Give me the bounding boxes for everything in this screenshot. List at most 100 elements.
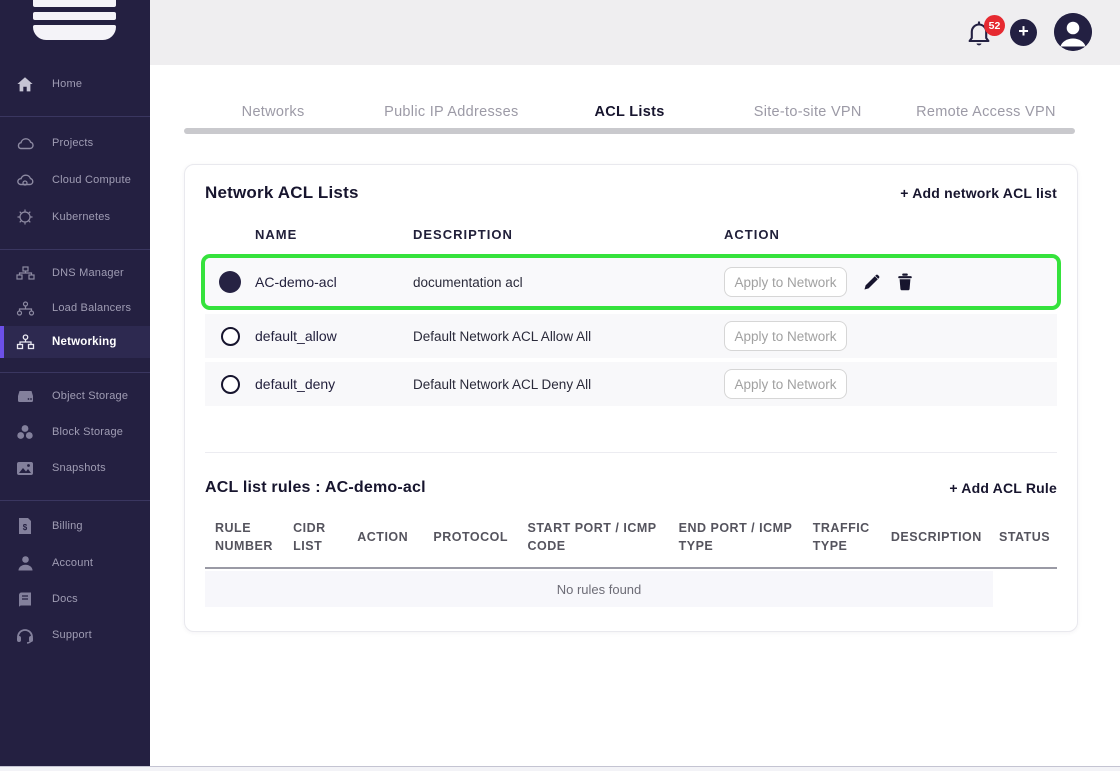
- sidebar-item-object-storage[interactable]: Object Storage: [0, 381, 150, 411]
- topbar: 52 +: [150, 0, 1120, 65]
- dns-manager-icon: [15, 263, 35, 283]
- column-header-action: ACTION: [357, 528, 417, 546]
- column-header-action: ACTION: [724, 227, 1057, 242]
- sidebar-item-networking[interactable]: Networking: [0, 326, 150, 358]
- sidebar-item-projects[interactable]: Projects: [0, 128, 150, 158]
- apply-to-network-button[interactable]: Apply to Network: [724, 267, 847, 297]
- snapshots-icon: [15, 458, 35, 478]
- table-row[interactable]: default_allow Default Network ACL Allow …: [205, 314, 1057, 358]
- add-acl-rule-button[interactable]: + Add ACL Rule: [949, 480, 1057, 496]
- sidebar-item-account[interactable]: Account: [0, 548, 150, 578]
- topbar-actions: 52 +: [965, 6, 1092, 58]
- trash-icon: [897, 273, 913, 291]
- sidebar-item-cloud-compute[interactable]: Cloud Compute: [0, 165, 150, 195]
- user-avatar[interactable]: [1054, 13, 1092, 51]
- tabs-scrollbar[interactable]: [184, 128, 1075, 134]
- edit-button[interactable]: [861, 272, 881, 292]
- radio-unselected-icon[interactable]: [221, 375, 240, 394]
- column-header-cidr-list: CIDR LIST: [293, 519, 341, 555]
- highlight-box: AC-demo-acl documentation acl Apply to N…: [201, 254, 1061, 310]
- sidebar-item-snapshots[interactable]: Snapshots: [0, 453, 150, 483]
- plus-icon: +: [1018, 21, 1029, 42]
- sidebar-item-label: Support: [52, 629, 92, 641]
- delete-button[interactable]: [895, 272, 915, 292]
- networking-tabs: Networks Public IP Addresses ACL Lists S…: [184, 98, 1075, 126]
- logo-bar: [33, 0, 116, 7]
- block-storage-icon: [15, 422, 35, 442]
- no-rules-message: No rules found: [557, 582, 642, 597]
- table-row[interactable]: AC-demo-acl documentation acl Apply to N…: [205, 258, 1057, 306]
- notifications-button[interactable]: 52: [965, 18, 993, 50]
- radio-unselected-icon[interactable]: [221, 327, 240, 346]
- acl-rules-title: ACL list rules : AC-demo-acl: [205, 479, 426, 497]
- column-header-end-port: END PORT / ICMP TYPE: [679, 519, 797, 555]
- app-logo[interactable]: [33, 0, 116, 40]
- logo-bar: [33, 25, 116, 40]
- load-balancers-icon: [15, 298, 35, 318]
- sidebar-item-label: Projects: [52, 137, 93, 149]
- sidebar-item-billing[interactable]: $ Billing: [0, 511, 150, 541]
- create-resource-button[interactable]: +: [1010, 19, 1037, 46]
- sidebar-item-block-storage[interactable]: Block Storage: [0, 417, 150, 447]
- acl-description: documentation acl: [413, 275, 724, 290]
- tab-networks[interactable]: Networks: [184, 98, 362, 126]
- sidebar-item-dns-manager[interactable]: DNS Manager: [0, 258, 150, 288]
- acl-description: Default Network ACL Deny All: [413, 377, 724, 392]
- tab-site-to-site-vpn[interactable]: Site-to-site VPN: [719, 98, 897, 126]
- sidebar: Home Projects Cloud Compute Kubernetes: [0, 0, 150, 766]
- tab-acl-lists[interactable]: ACL Lists: [540, 98, 718, 126]
- support-icon: [15, 625, 35, 645]
- networking-icon: [15, 332, 35, 352]
- sidebar-item-label: Account: [52, 557, 93, 569]
- sidebar-item-support[interactable]: Support: [0, 620, 150, 650]
- kubernetes-icon: [15, 207, 35, 227]
- radio-selected-icon[interactable]: [219, 271, 241, 293]
- acl-name: default_deny: [255, 376, 413, 392]
- tab-public-ip-addresses[interactable]: Public IP Addresses: [362, 98, 540, 126]
- sidebar-item-label: Kubernetes: [52, 211, 110, 223]
- sidebar-item-docs[interactable]: Docs: [0, 584, 150, 614]
- sidebar-item-label: Block Storage: [52, 426, 123, 438]
- column-header-start-port: START PORT / ICMP CODE: [528, 519, 663, 555]
- acl-actions: Apply to Network: [724, 321, 1057, 351]
- acl-actions: Apply to Network: [724, 267, 1057, 297]
- acl-name: default_allow: [255, 328, 413, 344]
- column-header-status: STATUS: [999, 528, 1053, 546]
- cloud-compute-icon: [15, 170, 35, 190]
- horizontal-scrollbar-track[interactable]: [0, 766, 1120, 771]
- table-row[interactable]: default_deny Default Network ACL Deny Al…: [205, 362, 1057, 406]
- object-storage-icon: [15, 386, 35, 406]
- sidebar-divider: [0, 116, 150, 117]
- sidebar-divider: [0, 249, 150, 250]
- add-network-acl-list-button[interactable]: + Add network ACL list: [900, 185, 1057, 201]
- card-header: Network ACL Lists + Add network ACL list: [205, 183, 1057, 203]
- column-header-description: DESCRIPTION: [891, 528, 983, 546]
- column-header-protocol: PROTOCOL: [433, 528, 511, 546]
- column-header-rule-number: RULE NUMBER: [215, 519, 277, 555]
- sidebar-item-label: Home: [52, 78, 82, 90]
- column-header-name: NAME: [255, 227, 413, 242]
- network-acl-lists-card: Network ACL Lists + Add network ACL list…: [184, 164, 1078, 632]
- notification-count-badge: 52: [984, 15, 1005, 36]
- empty-state-row: No rules found: [205, 571, 993, 607]
- acl-actions: Apply to Network: [724, 369, 1057, 399]
- sidebar-item-label: DNS Manager: [52, 267, 124, 279]
- sidebar-item-kubernetes[interactable]: Kubernetes: [0, 202, 150, 232]
- apply-to-network-button[interactable]: Apply to Network: [724, 369, 847, 399]
- acl-table-header: NAME DESCRIPTION ACTION: [205, 227, 1057, 242]
- sidebar-item-label: Networking: [52, 336, 117, 348]
- acl-description: Default Network ACL Allow All: [413, 329, 724, 344]
- sidebar-item-load-balancers[interactable]: Load Balancers: [0, 293, 150, 323]
- section-divider: [205, 452, 1057, 453]
- home-icon: [15, 74, 35, 94]
- sidebar-item-home[interactable]: Home: [0, 69, 150, 99]
- sidebar-divider: [0, 500, 150, 501]
- acl-rules-header: ACL list rules : AC-demo-acl + Add ACL R…: [205, 479, 1057, 497]
- sidebar-item-label: Object Storage: [52, 390, 128, 402]
- docs-icon: [15, 589, 35, 609]
- sidebar-item-label: Snapshots: [52, 462, 106, 474]
- acl-name: AC-demo-acl: [255, 274, 413, 290]
- logo-bar: [33, 12, 116, 20]
- apply-to-network-button[interactable]: Apply to Network: [724, 321, 847, 351]
- tab-remote-access-vpn[interactable]: Remote Access VPN: [897, 98, 1075, 126]
